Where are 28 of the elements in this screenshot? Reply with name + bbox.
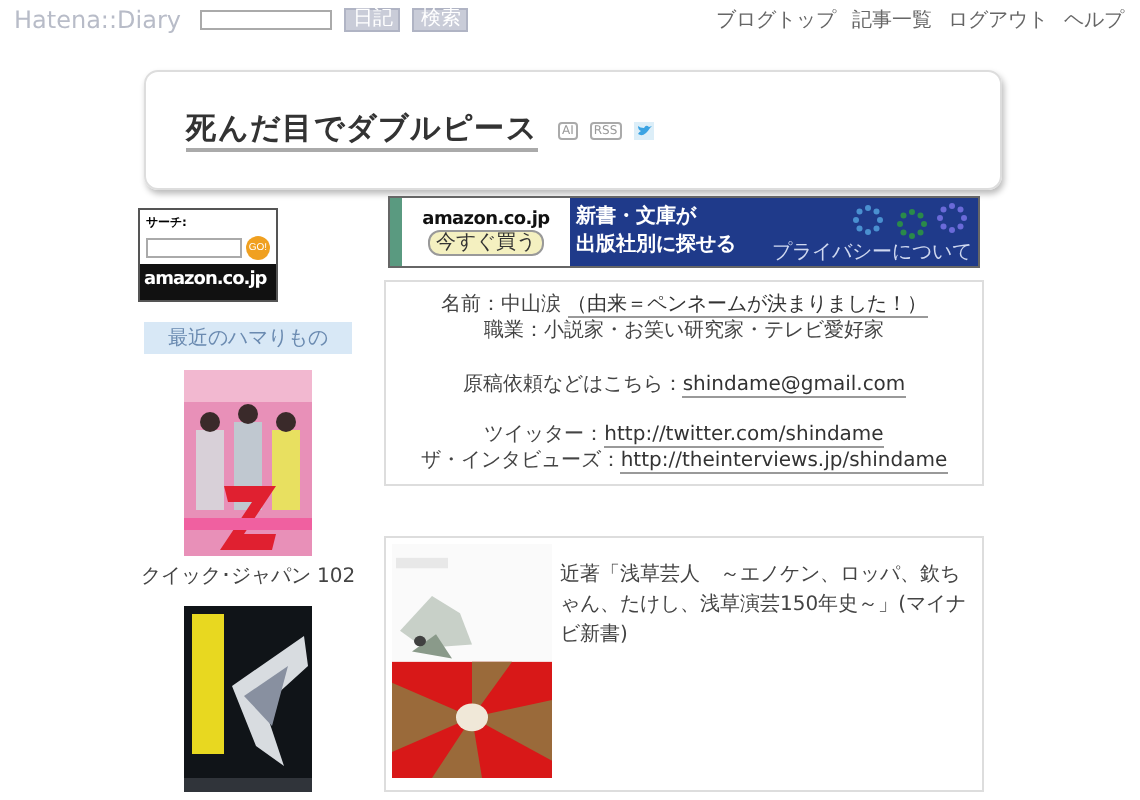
nav-link[interactable]: 記事一覧 xyxy=(852,6,932,34)
banner-text: 出版社別に探せる xyxy=(576,232,736,260)
blog-title[interactable]: 死んだ目でダブルピース xyxy=(186,109,538,151)
profile-link[interactable]: shindame@gmail.com xyxy=(682,374,906,398)
book-description: 近著「浅草芸人 ～エノケン、ロッパ、欽ちゃん、たけし、浅草演芸150年史～」(マイナビ新書) xyxy=(560,561,968,650)
privacy-link[interactable]: プライバシーについて xyxy=(772,242,972,264)
ad-banner[interactable]: amazon.co.jp 今すぐ買う 新書・文庫が 出版社別に探せる プライバシーについて xyxy=(388,196,980,268)
profile-line: 職業：小説家・お笑い研究家・テレビ愛好家 xyxy=(484,318,884,344)
profile-line: 原稿依頼などはこちら：shindame@gmail.com xyxy=(462,372,906,398)
banner-text: 新書・文庫が xyxy=(576,204,699,232)
nav-link[interactable]: ヘルプ xyxy=(1064,6,1124,34)
search-field[interactable] xyxy=(200,10,333,30)
search-field[interactable] xyxy=(146,238,242,258)
amazon-logo: amazon.co.jp xyxy=(422,209,550,229)
amazon-logo[interactable]: amazon.co.jp xyxy=(140,264,276,300)
nav-link[interactable]: ログアウト xyxy=(948,6,1048,34)
bird-icon[interactable] xyxy=(633,121,654,139)
profile-link[interactable]: http://twitter.com/shindame xyxy=(604,424,884,448)
profile-link[interactable]: （由来＝ペンネームが決まりました！） xyxy=(567,294,928,318)
profile-link[interactable]: http://theinterviews.jp/shindame xyxy=(620,450,948,474)
item-caption[interactable]: クイック･ジャパン 102 xyxy=(140,562,356,590)
nav-link[interactable]: ブログトップ xyxy=(716,6,836,34)
buy-button[interactable]: 今すぐ買う xyxy=(428,229,544,255)
profile-line: ザ・インタビューズ：http://theinterviews.jp/shindame xyxy=(420,448,948,474)
dot-ring-drawing xyxy=(852,200,972,240)
profile-line: ツイッター：http://twitter.com/shindame xyxy=(484,422,884,448)
sidebar-heading: 最近のハマりもの xyxy=(144,322,352,354)
profile-line: 名前：中山涙 （由来＝ペンネームが決まりました！） xyxy=(440,292,928,318)
